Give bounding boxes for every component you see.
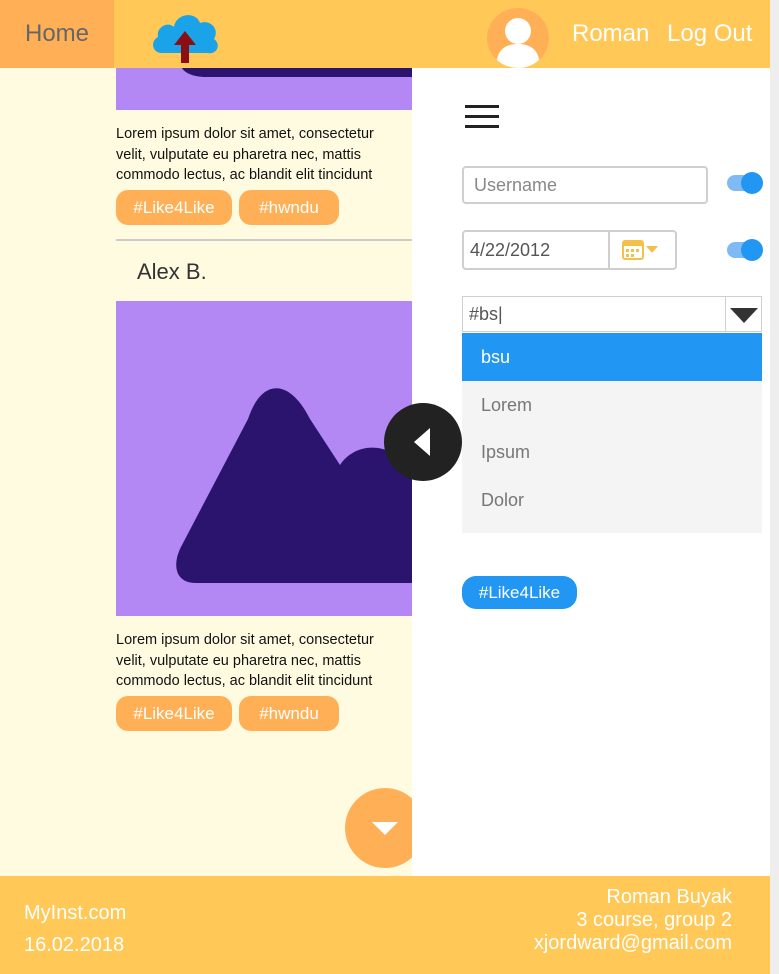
tag-chip[interactable]: #hwndu (239, 190, 339, 225)
post-image (116, 68, 412, 110)
dropdown-option[interactable]: Dolor (462, 476, 762, 524)
footer-site: MyInst.com (24, 902, 127, 924)
filter-panel: Username 4/22/2012 #bs| bsu Lorem Ipsum … (412, 68, 770, 876)
hashtag-search-input[interactable]: #bs| (462, 296, 762, 332)
username-toggle[interactable] (727, 172, 763, 194)
search-value: #bs| (469, 303, 503, 324)
footer-author-info: Roman Buyak 3 course, group 2 xjordward@… (534, 886, 732, 955)
post-image (116, 301, 412, 616)
hashtag-dropdown-list: bsu Lorem Ipsum Dolor (462, 333, 762, 533)
footer-author-name: Roman Buyak (606, 886, 732, 908)
dropdown-option[interactable]: Ipsum (462, 428, 762, 476)
collapse-panel-button[interactable] (384, 403, 462, 481)
user-name-link[interactable]: Roman (572, 20, 649, 48)
date-toggle[interactable] (727, 239, 763, 261)
post-text: Lorem ipsum dolor sit amet, consectetur … (116, 126, 374, 183)
menu-icon[interactable] (465, 105, 499, 129)
post-author: Alex B. (137, 259, 207, 284)
date-value: 4/22/2012 (470, 239, 551, 260)
footer-author-course: 3 course, group 2 (576, 909, 732, 931)
top-navbar: Home Roman Log Out (0, 0, 770, 68)
footer-date: 16.02.2018 (24, 934, 125, 956)
footer-author-email[interactable]: xjordward@gmail.com (534, 932, 732, 955)
user-avatar[interactable] (487, 8, 549, 68)
calendar-icon (622, 240, 658, 260)
footer: MyInst.com 16.02.2018 Roman Buyak 3 cour… (0, 876, 770, 974)
user-icon (496, 18, 540, 68)
home-button[interactable]: Home (0, 0, 114, 68)
username-input[interactable]: Username (462, 166, 708, 204)
tag-chip[interactable]: #Like4Like (116, 696, 232, 731)
post-text: Lorem ipsum dolor sit amet, consectetur … (116, 632, 374, 689)
dropdown-option[interactable]: Lorem (462, 381, 762, 429)
post-divider (116, 239, 412, 241)
dropdown-option[interactable]: bsu (462, 333, 762, 381)
dropdown-toggle-button[interactable] (725, 297, 761, 331)
chevron-down-icon (730, 308, 758, 323)
post-feed: Lorem ipsum dolor sit amet, consectetur … (116, 68, 412, 876)
date-picker-input[interactable]: 4/22/2012 (462, 230, 677, 270)
selected-tag-chip[interactable]: #Like4Like (462, 576, 577, 609)
logout-link[interactable]: Log Out (667, 20, 752, 48)
cloud-upload-icon[interactable] (148, 5, 222, 65)
calendar-button[interactable] (608, 232, 675, 268)
chevron-left-icon (414, 428, 430, 456)
app-window: Home Roman Log Out Lorem ipsum dolor sit… (0, 0, 770, 974)
tag-chip[interactable]: #Like4Like (116, 190, 232, 225)
tag-chip[interactable]: #hwndu (239, 696, 339, 731)
image-placeholder-icon (176, 388, 412, 583)
